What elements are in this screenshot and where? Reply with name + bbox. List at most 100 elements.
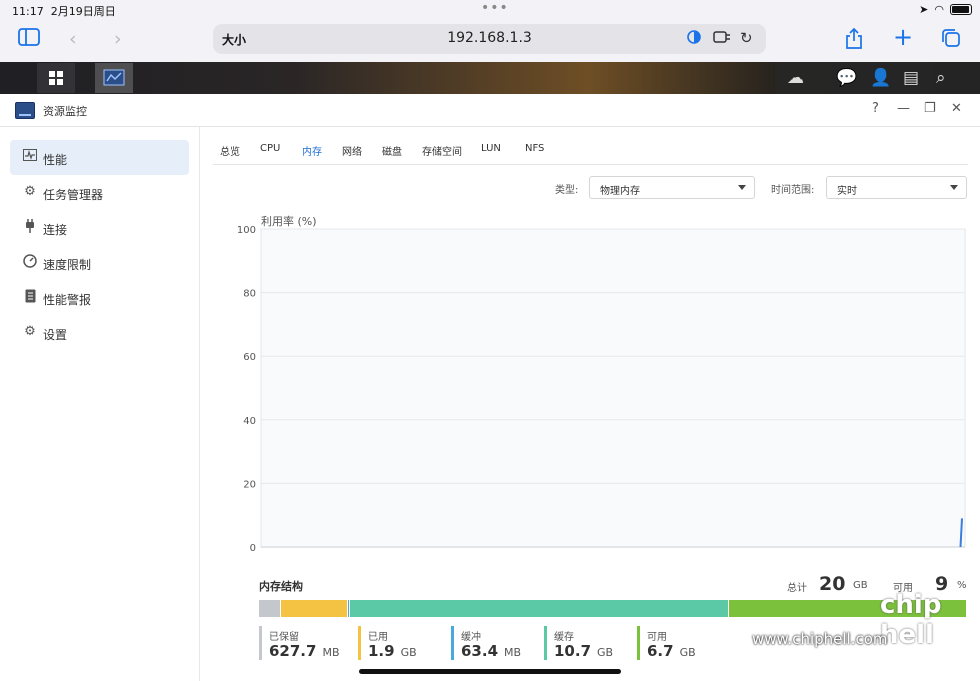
home-indicator[interactable] [359, 669, 621, 674]
legend-label: 可用 [647, 632, 667, 643]
window-titlebar: 资源监控 ? — ❐ ✕ [0, 94, 980, 127]
y-tick-label: 20 [243, 479, 256, 490]
y-tick-label: 0 [250, 543, 256, 554]
sidebar-item-label: 速度限制 [43, 258, 92, 272]
utilization-chart: 100 80 60 40 20 0 [237, 225, 966, 554]
dsm-taskbar: ☁ 💬 👤 ▤ ⌕ [0, 62, 980, 94]
dsm-tray: ☁ 💬 👤 ▤ ⌕ [775, 62, 980, 94]
type-label: 类型: [555, 185, 579, 196]
legend-used: 已用 1.9 GB [358, 626, 417, 660]
legend-value: 10.7 GB [554, 642, 614, 660]
memory-bar-segment [281, 600, 348, 617]
cloud-sync-icon[interactable]: ☁ [787, 68, 804, 88]
sidebar-item-label: 任务管理器 [43, 188, 104, 202]
performance-icon [22, 149, 38, 165]
tab-lun[interactable]: LUN [481, 143, 501, 154]
legend-label: 缓冲 [461, 632, 481, 643]
total-unit: GB [853, 580, 868, 591]
back-icon[interactable]: ‹ [69, 28, 77, 50]
memory-bar-segment [350, 600, 729, 617]
total-value: 20 [819, 573, 846, 595]
restore-button[interactable]: ❐ [924, 101, 936, 116]
sidebar-item-label: 性能 [43, 153, 68, 167]
legend-value: 6.7 GB [647, 642, 696, 660]
legend-label: 已保留 [269, 632, 299, 643]
sidebar-item-label: 设置 [43, 328, 68, 342]
grid-icon [49, 71, 63, 85]
y-tick-label: 60 [243, 352, 256, 363]
url-text[interactable]: 192.168.1.3 [213, 30, 766, 46]
tab-network[interactable]: 网络 [342, 143, 362, 158]
tab-nfs[interactable]: NFS [525, 143, 544, 154]
watermark-logo: chip hell [880, 590, 942, 650]
resource-monitor-window: 资源监控 ? — ❐ ✕ 性能 ⚙ 任务管理器 连接 速度限制 性能警报 ⚙ 设… [0, 94, 980, 681]
ios-status-bar: 11:17 2月19日周日 ••• ➤ ◠ [0, 0, 980, 20]
new-tab-icon[interactable]: + [893, 23, 913, 51]
help-button[interactable]: ? [872, 101, 879, 116]
plot-area [260, 228, 966, 548]
address-bar[interactable]: 大小 192.168.1.3 ↻ [213, 24, 766, 54]
sidebar-toggle-icon[interactable] [18, 28, 40, 51]
task-manager-icon: ⚙ [24, 184, 36, 199]
sidebar: 性能 ⚙ 任务管理器 连接 速度限制 性能警报 ⚙ 设置 [0, 127, 200, 681]
plug-icon [22, 219, 38, 237]
search-icon[interactable]: ⌕ [936, 68, 946, 88]
memory-bar-segment [259, 600, 281, 617]
share-icon[interactable] [845, 27, 863, 55]
sidebar-item-connections[interactable]: 连接 [10, 210, 189, 245]
window-title: 资源监控 [43, 105, 87, 118]
legend-value: 63.4 MB [461, 642, 522, 660]
browser-toolbar: ‹ › 大小 192.168.1.3 ↻ + [0, 20, 980, 62]
status-time: 11:17 2月19日周日 [12, 5, 116, 18]
sidebar-item-settings[interactable]: ⚙ 设置 [10, 315, 189, 350]
monitor-app-icon [103, 69, 125, 86]
forward-icon[interactable]: › [114, 28, 122, 50]
legend-cache: 缓存 10.7 GB [544, 626, 613, 660]
legend-buffer: 缓冲 63.4 MB [451, 626, 521, 660]
y-tick-label: 40 [243, 416, 256, 427]
sidebar-item-performance[interactable]: 性能 [10, 140, 189, 175]
reload-icon[interactable]: ↻ [740, 29, 753, 47]
type-select[interactable]: 物理内存 [589, 176, 755, 199]
legend-label: 缓存 [554, 632, 574, 643]
tab-bar: 总览 CPU 内存 网络 磁盘 存储空间 LUN NFS [213, 134, 968, 165]
watermark-site: www.chiphell.com [752, 630, 888, 648]
sidebar-item-task-manager[interactable]: ⚙ 任务管理器 [10, 175, 189, 210]
tab-volume[interactable]: 存储空间 [422, 143, 462, 158]
extension-icon[interactable] [713, 29, 731, 49]
battery-icon [950, 4, 972, 15]
chevron-down-icon [950, 185, 958, 190]
total-label: 总计 [787, 583, 807, 594]
tab-cpu[interactable]: CPU [260, 143, 280, 154]
close-button[interactable]: ✕ [951, 101, 962, 116]
sidebar-item-speed-limit[interactable]: 速度限制 [10, 245, 189, 280]
legend-label: 已用 [368, 632, 388, 643]
legend-reserved: 已保留 627.7 MB [259, 626, 340, 660]
user-icon[interactable]: 👤 [870, 68, 891, 88]
memory-structure-title: 内存结构 [259, 580, 303, 593]
widgets-icon[interactable]: ▤ [903, 68, 919, 88]
chat-icon[interactable]: 💬 [836, 68, 857, 88]
tab-memory[interactable]: 内存 [302, 143, 322, 158]
tab-disk[interactable]: 磁盘 [382, 143, 402, 158]
speedometer-icon [22, 254, 38, 272]
resource-monitor-icon [15, 102, 35, 119]
main-menu-button[interactable] [37, 63, 75, 93]
legend-available: 可用 6.7 GB [637, 626, 696, 660]
time-range-select-value: 实时 [837, 186, 857, 197]
multitasking-dots[interactable]: ••• [481, 0, 509, 16]
tab-overview[interactable]: 总览 [220, 143, 240, 158]
resource-monitor-taskbar-button[interactable] [95, 63, 133, 93]
gear-icon: ⚙ [24, 324, 36, 339]
legend-value: 1.9 GB [368, 642, 417, 660]
sidebar-item-performance-alerts[interactable]: 性能警报 [10, 280, 189, 315]
minimize-button[interactable]: — [897, 101, 910, 116]
sidebar-item-label: 性能警报 [43, 293, 92, 307]
y-tick-label: 80 [243, 289, 256, 300]
wifi-icon: ◠ [934, 3, 944, 16]
appearance-icon[interactable] [686, 29, 702, 49]
time-range-select[interactable]: 实时 [826, 176, 967, 199]
alert-doc-icon [22, 289, 38, 307]
y-tick-label: 100 [237, 225, 256, 236]
tabs-overview-icon[interactable] [941, 28, 961, 53]
